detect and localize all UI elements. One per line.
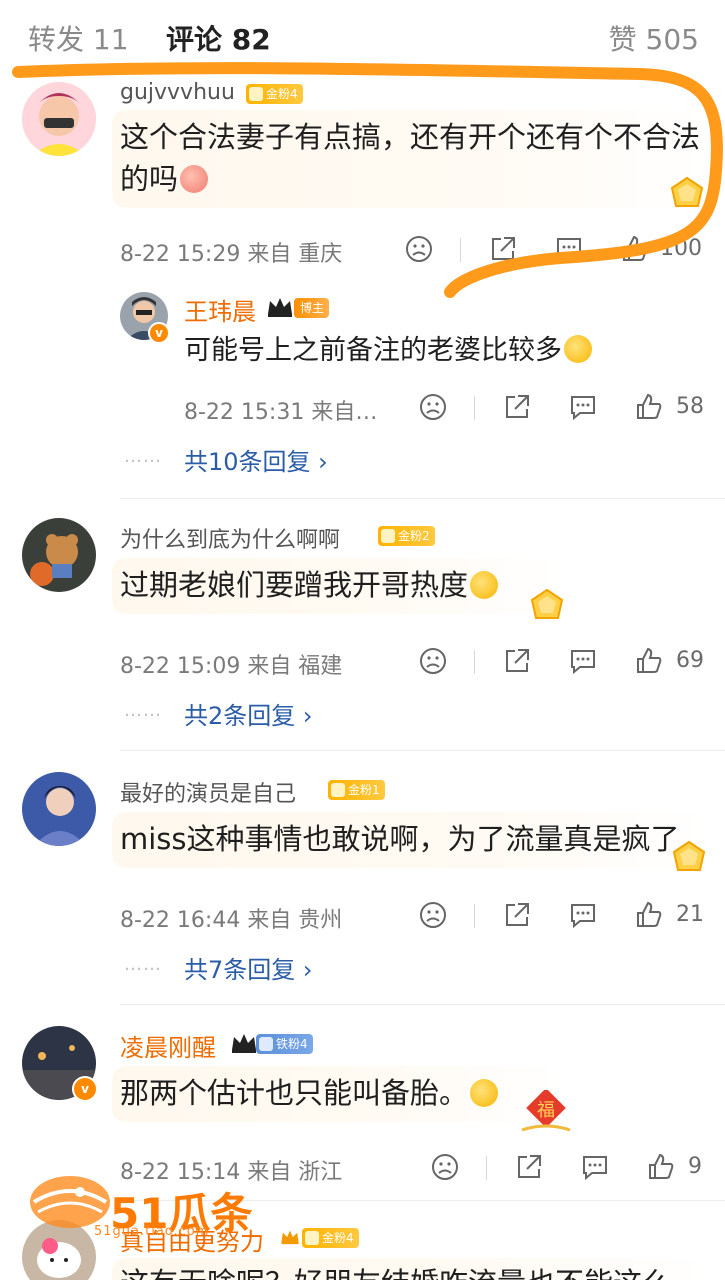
crown-icon bbox=[232, 1034, 256, 1053]
tab-likes[interactable]: 赞 505 bbox=[609, 18, 699, 58]
fan-badge: 金粉2 bbox=[378, 526, 435, 546]
fan-badge: 金粉4 bbox=[302, 1228, 359, 1248]
share-icon[interactable] bbox=[502, 646, 532, 676]
reply-icon[interactable] bbox=[580, 1152, 610, 1182]
reply-dots: …… bbox=[124, 700, 162, 721]
dislike-icon[interactable] bbox=[404, 234, 434, 264]
comment-time-location: 8-22 15:29 来自 重庆 bbox=[120, 242, 343, 267]
like-count: 58 bbox=[676, 394, 704, 419]
share-icon[interactable] bbox=[502, 392, 532, 422]
gold-gem-decoration-icon bbox=[672, 840, 706, 871]
reply-icon[interactable] bbox=[568, 392, 598, 422]
dislike-icon[interactable] bbox=[418, 646, 448, 676]
divider bbox=[460, 238, 461, 262]
verified-badge-icon: v bbox=[72, 1076, 98, 1102]
sunglasses-emoji-icon bbox=[470, 571, 499, 599]
laugh-emoji-icon bbox=[564, 335, 592, 363]
svg-text:福: 福 bbox=[537, 1100, 555, 1121]
reply-username[interactable]: 王玮晨 bbox=[184, 292, 256, 327]
comment-text: 这个合法妻子有点搞，还有开个还有个不合法的吗 bbox=[120, 120, 701, 196]
divider bbox=[486, 1156, 487, 1180]
dislike-icon[interactable] bbox=[418, 392, 448, 422]
comment-username[interactable]: 为什么到底为什么啊啊 bbox=[120, 522, 340, 554]
reply-icon[interactable] bbox=[554, 234, 584, 264]
divider bbox=[474, 904, 475, 928]
tab-comments[interactable]: 评论 82 bbox=[166, 18, 271, 58]
fan-badge: 铁粉4 bbox=[256, 1034, 313, 1054]
comment-tabs: 转发 11 评论 82 赞 505 bbox=[0, 0, 725, 78]
comment-username[interactable]: 最好的演员是自己 bbox=[120, 776, 296, 808]
like-icon[interactable] bbox=[646, 1152, 676, 1182]
avatar[interactable] bbox=[22, 772, 96, 846]
comment-text: miss这种事情也敢说啊，为了流量真是疯了 bbox=[120, 822, 680, 856]
divider bbox=[474, 396, 475, 420]
avatar[interactable] bbox=[22, 82, 96, 156]
like-icon[interactable] bbox=[620, 234, 650, 264]
dislike-icon[interactable] bbox=[430, 1152, 460, 1182]
divider bbox=[474, 650, 475, 674]
fan-badge: 金粉4 bbox=[246, 84, 303, 104]
gold-gem-decoration-icon bbox=[670, 176, 704, 207]
comment-divider bbox=[120, 1004, 725, 1005]
reply-text: 可能号上之前备注的老婆比较多 bbox=[184, 330, 592, 372]
grin-emoji-icon bbox=[470, 1079, 499, 1107]
reply-icon[interactable] bbox=[568, 900, 598, 930]
watermark-url: 51gua.tiao.com bbox=[94, 1224, 210, 1239]
gold-gem-decoration-icon bbox=[530, 588, 564, 619]
comment-divider bbox=[120, 750, 725, 751]
like-icon[interactable] bbox=[634, 392, 664, 422]
comment-username[interactable]: gujvvvhuu bbox=[120, 80, 235, 105]
reply-time-location: 8-22 15:31 来自… bbox=[184, 400, 378, 425]
tab-repost[interactable]: 转发 11 bbox=[28, 18, 129, 58]
reply-icon[interactable] bbox=[568, 646, 598, 676]
fortune-decoration-icon: 福 bbox=[521, 1090, 571, 1132]
like-count: 69 bbox=[676, 648, 704, 673]
like-icon[interactable] bbox=[634, 900, 664, 930]
comment-text: 这有无啥呢？好朋友结婚咋流量也不能这么 bbox=[120, 1262, 671, 1280]
like-count: 21 bbox=[676, 902, 704, 927]
comment-username[interactable]: 凌晨刚醒 bbox=[120, 1028, 216, 1063]
fan-badge: 金粉1 bbox=[328, 780, 385, 800]
avatar[interactable] bbox=[22, 518, 96, 592]
reply-dots: …… bbox=[124, 954, 162, 975]
like-count: 100 bbox=[660, 236, 702, 261]
dislike-icon[interactable] bbox=[418, 900, 448, 930]
comment-time-location: 8-22 16:44 来自 贵州 bbox=[120, 908, 343, 933]
like-icon[interactable] bbox=[634, 646, 664, 676]
comment-text: 过期老娘们要蹭我开哥热度 bbox=[120, 564, 499, 606]
more-replies-link[interactable]: 共2条回复 › bbox=[184, 696, 313, 731]
comment-time-location: 8-22 15:09 来自 福建 bbox=[120, 654, 343, 679]
share-icon[interactable] bbox=[514, 1152, 544, 1182]
more-replies-link[interactable]: 共10条回复 › bbox=[184, 442, 328, 477]
comment-divider bbox=[120, 498, 725, 499]
reply-dots: …… bbox=[124, 446, 162, 467]
share-icon[interactable] bbox=[488, 234, 518, 264]
crown-icon bbox=[281, 1230, 299, 1245]
pig-emoji-icon bbox=[180, 165, 209, 193]
more-replies-link[interactable]: 共7条回复 › bbox=[184, 950, 313, 985]
share-icon[interactable] bbox=[502, 900, 532, 930]
verified-badge-icon: v bbox=[148, 322, 170, 344]
blogger-badge: 博主 bbox=[294, 298, 330, 318]
crown-icon bbox=[268, 298, 292, 317]
comment-text: 那两个估计也只能叫备胎。 bbox=[120, 1072, 499, 1114]
like-count: 9 bbox=[688, 1154, 702, 1179]
